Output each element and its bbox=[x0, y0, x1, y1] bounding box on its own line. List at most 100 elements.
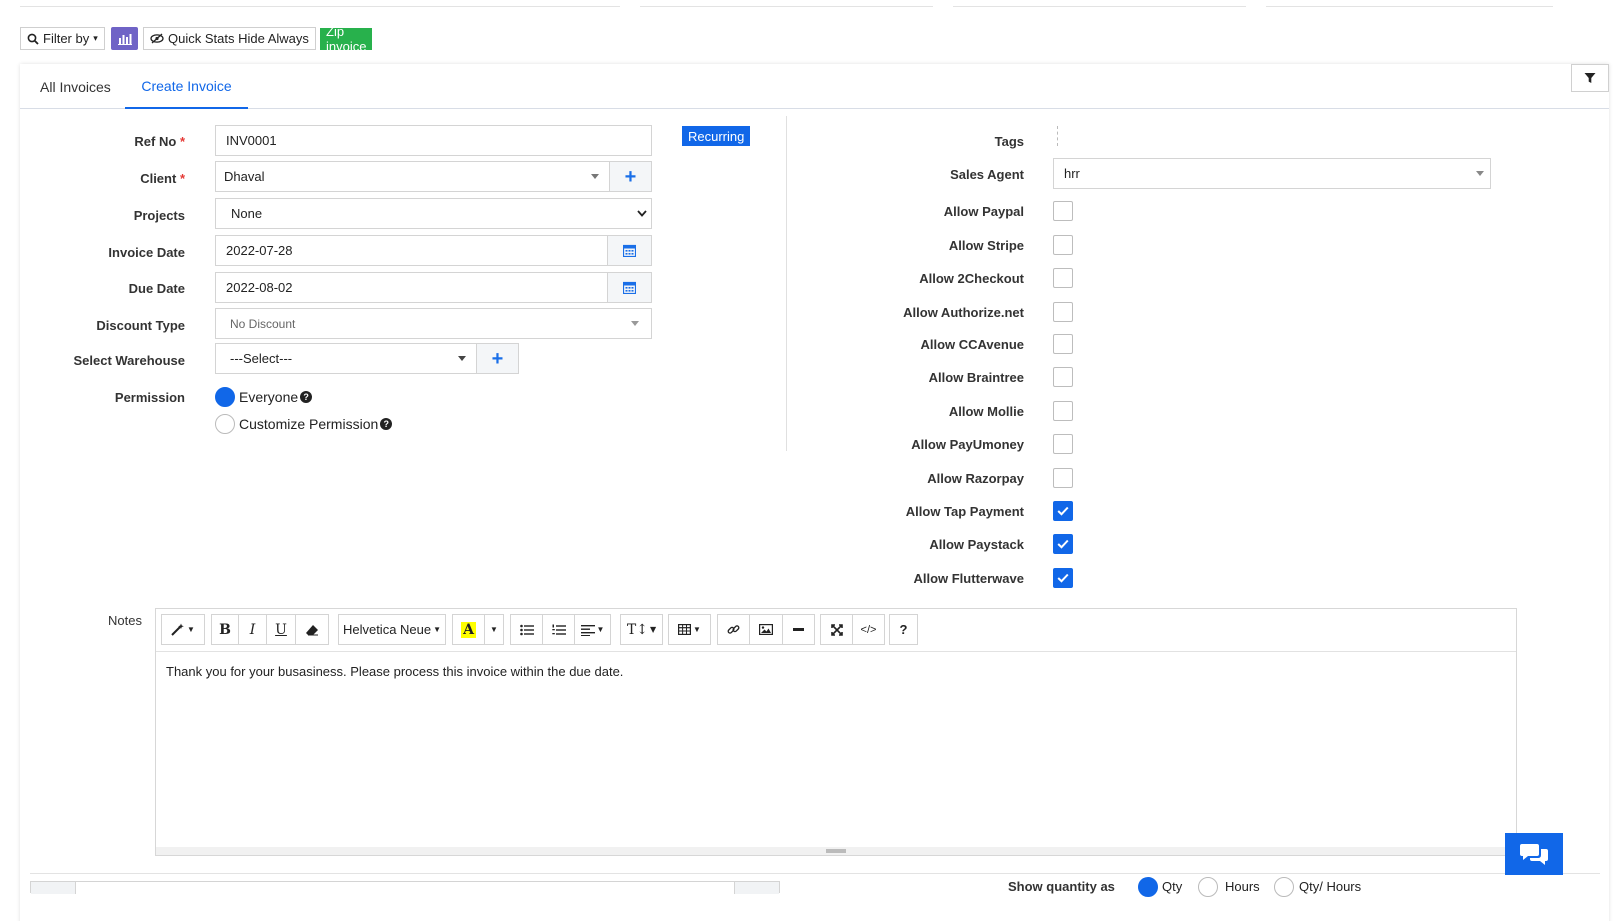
sales-agent-label: Sales Agent bbox=[950, 167, 1024, 182]
table-button[interactable]: ▼ bbox=[668, 614, 711, 645]
check-icon bbox=[1057, 539, 1069, 549]
everyone-radio[interactable] bbox=[215, 387, 235, 407]
projects-label: Projects bbox=[133, 208, 185, 223]
everyone-label: Everyone bbox=[239, 389, 299, 405]
help-button[interactable]: ? bbox=[889, 614, 918, 645]
allow-payumoney-checkbox[interactable] bbox=[1053, 434, 1073, 454]
code-view-button[interactable]: </> bbox=[852, 614, 885, 645]
allow-tap-payment-checkbox[interactable] bbox=[1053, 501, 1073, 521]
filter-by-button[interactable]: Filter by ▾ bbox=[20, 27, 105, 50]
sales-agent-select[interactable]: hrr bbox=[1053, 158, 1491, 189]
projects-select[interactable]: None bbox=[215, 198, 652, 229]
gateway-label: Allow PayUmoney bbox=[911, 437, 1024, 452]
gateway-label: Allow Razorpay bbox=[927, 471, 1024, 486]
image-button[interactable] bbox=[749, 614, 783, 645]
discount-type-label: Discount Type bbox=[96, 318, 185, 333]
calendar-icon bbox=[623, 281, 636, 294]
ordered-list-button[interactable] bbox=[542, 614, 575, 645]
client-select[interactable]: Dhaval bbox=[215, 161, 610, 192]
chat-widget-button[interactable] bbox=[1505, 833, 1563, 875]
editor-resize-handle[interactable] bbox=[156, 847, 1516, 855]
allow-flutterwave-checkbox[interactable] bbox=[1053, 568, 1073, 588]
sales-agent-value: hrr bbox=[1064, 166, 1080, 181]
plus-icon: + bbox=[624, 165, 637, 188]
allow-ccavenue-checkbox[interactable] bbox=[1053, 334, 1073, 354]
bar-chart-icon bbox=[117, 33, 132, 45]
tags-label: Tags bbox=[994, 134, 1024, 149]
ref-no-input[interactable]: INV0001 bbox=[215, 125, 652, 156]
allow-stripe-checkbox[interactable] bbox=[1053, 235, 1073, 255]
italic-button[interactable]: I bbox=[238, 614, 267, 645]
chevron-down-icon bbox=[631, 321, 639, 326]
invoice-date-input[interactable]: 2022-07-28 bbox=[215, 235, 608, 266]
text-height-button[interactable]: T↕ ▼ bbox=[620, 614, 663, 645]
caret-down-icon: ▼ bbox=[433, 625, 442, 634]
paragraph-align-button[interactable]: ▼ bbox=[574, 614, 611, 645]
permission-label: Permission bbox=[114, 390, 185, 405]
discount-type-select[interactable]: No Discount bbox=[215, 308, 652, 339]
eraser-icon bbox=[306, 624, 318, 635]
zip-invoice-button[interactable]: Zip invoice bbox=[320, 24, 373, 54]
gateway-label: Allow Authorize.net bbox=[903, 305, 1024, 320]
notes-content[interactable]: Thank you for your busasiness. Please pr… bbox=[156, 652, 1516, 847]
invoice-date-picker-button[interactable] bbox=[607, 235, 652, 266]
due-date-label: Due Date bbox=[128, 281, 185, 296]
section-divider bbox=[30, 873, 1600, 874]
text-color-button[interactable]: A bbox=[452, 614, 485, 645]
qty-label: Qty bbox=[1162, 879, 1183, 894]
recurring-label: Recurring bbox=[688, 128, 745, 144]
plus-icon: + bbox=[491, 347, 504, 370]
due-date-input[interactable]: 2022-08-02 bbox=[215, 272, 608, 303]
table-icon bbox=[678, 624, 692, 635]
allow-razorpay-checkbox[interactable] bbox=[1053, 468, 1073, 488]
tab-all-invoices[interactable]: All Invoices bbox=[40, 64, 136, 109]
unordered-list-icon bbox=[519, 624, 534, 635]
allow-2checkout-checkbox[interactable] bbox=[1053, 268, 1073, 288]
question-circle-icon[interactable]: ? bbox=[300, 391, 313, 403]
add-client-button[interactable]: + bbox=[609, 161, 652, 192]
allow-authorize-net-checkbox[interactable] bbox=[1053, 302, 1073, 322]
due-date-picker-button[interactable] bbox=[607, 272, 652, 303]
client-value: Dhaval bbox=[224, 169, 265, 184]
recurring-badge[interactable]: Recurring bbox=[682, 126, 751, 146]
clear-format-button[interactable] bbox=[295, 614, 329, 645]
quick-stats-toggle-button[interactable]: Quick Stats Hide Always bbox=[143, 27, 316, 50]
caret-down-icon: ▼ bbox=[693, 625, 701, 634]
tab-create-invoice[interactable]: Create Invoice bbox=[125, 64, 248, 109]
allow-braintree-checkbox[interactable] bbox=[1053, 367, 1073, 387]
text-color-dropdown[interactable]: ▼ bbox=[484, 614, 504, 645]
stats-chart-button[interactable] bbox=[111, 27, 138, 50]
add-item-button[interactable] bbox=[734, 882, 779, 894]
item-search-input[interactable] bbox=[30, 881, 780, 894]
style-button[interactable]: ▼ bbox=[161, 614, 205, 645]
underline-button[interactable]: U bbox=[266, 614, 296, 645]
question-circle-icon[interactable]: ? bbox=[380, 418, 393, 430]
warehouse-select[interactable]: ---Select--- bbox=[215, 343, 477, 374]
client-label: Client * bbox=[140, 171, 185, 186]
fullscreen-button[interactable] bbox=[820, 614, 853, 645]
gateway-label: Allow CCAvenue bbox=[920, 337, 1024, 352]
add-warehouse-button[interactable]: + bbox=[476, 343, 519, 374]
link-button[interactable] bbox=[717, 614, 750, 645]
horizontal-rule-button[interactable] bbox=[782, 614, 815, 645]
bold-icon: B bbox=[219, 621, 231, 638]
discount-type-value: No Discount bbox=[230, 316, 296, 331]
italic-icon: I bbox=[249, 621, 256, 638]
qty-hours-label: Qty/ Hours bbox=[1299, 879, 1362, 894]
font-family-button[interactable]: Helvetica Neue ▼ bbox=[338, 614, 446, 645]
allow-mollie-checkbox[interactable] bbox=[1053, 401, 1073, 421]
customize-permission-radio[interactable] bbox=[215, 414, 235, 434]
tags-input[interactable] bbox=[1057, 126, 1058, 146]
bold-button[interactable]: B bbox=[211, 614, 239, 645]
hours-radio[interactable] bbox=[1198, 877, 1218, 897]
chevron-down-icon bbox=[458, 356, 466, 361]
allow-paystack-checkbox[interactable] bbox=[1053, 534, 1073, 554]
chevron-down-icon bbox=[637, 210, 647, 217]
filter-panel-button[interactable] bbox=[1571, 64, 1609, 92]
tab-create-invoice-label: Create Invoice bbox=[141, 77, 232, 94]
qty-radio[interactable] bbox=[1138, 877, 1158, 897]
unordered-list-button[interactable] bbox=[510, 614, 543, 645]
image-icon bbox=[759, 624, 773, 635]
allow-paypal-checkbox[interactable] bbox=[1053, 201, 1073, 221]
qty-hours-radio[interactable] bbox=[1274, 877, 1294, 897]
